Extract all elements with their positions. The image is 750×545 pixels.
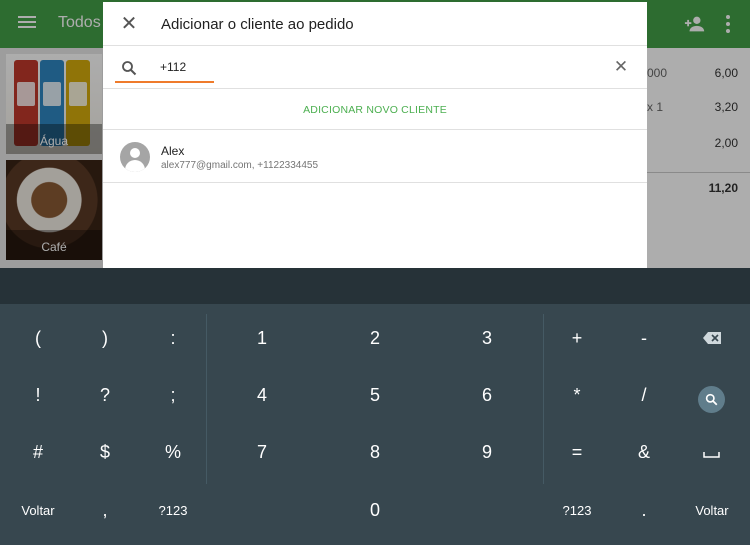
key[interactable]: % <box>153 442 193 463</box>
close-icon[interactable]: ✕ <box>117 12 141 36</box>
key[interactable]: 1 <box>242 328 282 349</box>
key-group-divider <box>206 314 207 484</box>
add-new-client-button[interactable]: ADICIONAR NOVO CLIENTE <box>103 90 647 130</box>
symbols-key[interactable]: ?123 <box>552 503 602 518</box>
key[interactable]: # <box>18 442 58 463</box>
key[interactable]: 5 <box>355 385 395 406</box>
key[interactable]: 8 <box>355 442 395 463</box>
key[interactable]: = <box>557 442 597 463</box>
key[interactable]: 2 <box>355 328 395 349</box>
back-key[interactable]: Voltar <box>682 503 742 518</box>
key-group-divider <box>543 314 544 484</box>
key[interactable]: , <box>85 500 125 521</box>
key[interactable]: ( <box>18 328 58 349</box>
add-client-dialog: ✕ Adicionar o cliente ao pedido ✕ ADICIO… <box>103 2 647 268</box>
backspace-icon[interactable] <box>703 332 721 344</box>
space-bar-icon[interactable] <box>703 451 720 458</box>
key[interactable]: . <box>624 500 664 521</box>
client-name: Alex <box>161 144 185 158</box>
dialog-header: ✕ Adicionar o cliente ao pedido <box>103 2 647 46</box>
keyboard-suggestion-bar <box>0 268 750 304</box>
key[interactable]: ? <box>85 385 125 406</box>
key[interactable]: ; <box>153 385 193 406</box>
key[interactable]: ) <box>85 328 125 349</box>
key[interactable]: / <box>624 385 664 406</box>
back-key[interactable]: Voltar <box>8 503 68 518</box>
client-list-item[interactable]: Alex alex777@gmail.com, +1122334455 <box>103 130 647 183</box>
key[interactable]: - <box>624 328 664 349</box>
clear-search-icon[interactable]: ✕ <box>611 57 631 77</box>
search-icon <box>705 393 718 406</box>
key[interactable]: + <box>557 328 597 349</box>
avatar-icon <box>120 142 150 172</box>
key[interactable]: 0 <box>355 500 395 521</box>
key[interactable]: $ <box>85 442 125 463</box>
on-screen-keyboard: ( ) : 1 2 3 + - ! ? ; 4 5 6 * / # $ % 7 … <box>0 268 750 545</box>
key[interactable]: & <box>624 442 664 463</box>
search-input[interactable] <box>160 56 600 78</box>
key[interactable]: 9 <box>467 442 507 463</box>
search-icon <box>122 61 137 76</box>
key[interactable]: * <box>557 385 597 406</box>
key[interactable]: : <box>153 328 193 349</box>
search-row: ✕ <box>103 46 647 89</box>
client-details: alex777@gmail.com, +1122334455 <box>161 160 319 171</box>
key[interactable]: 3 <box>467 328 507 349</box>
key[interactable]: 7 <box>242 442 282 463</box>
key[interactable]: 4 <box>242 385 282 406</box>
key[interactable]: 6 <box>467 385 507 406</box>
symbols-key[interactable]: ?123 <box>148 503 198 518</box>
search-action-key[interactable] <box>698 386 725 413</box>
dialog-title: Adicionar o cliente ao pedido <box>161 16 354 33</box>
search-underline <box>115 81 214 83</box>
key[interactable]: ! <box>18 385 58 406</box>
